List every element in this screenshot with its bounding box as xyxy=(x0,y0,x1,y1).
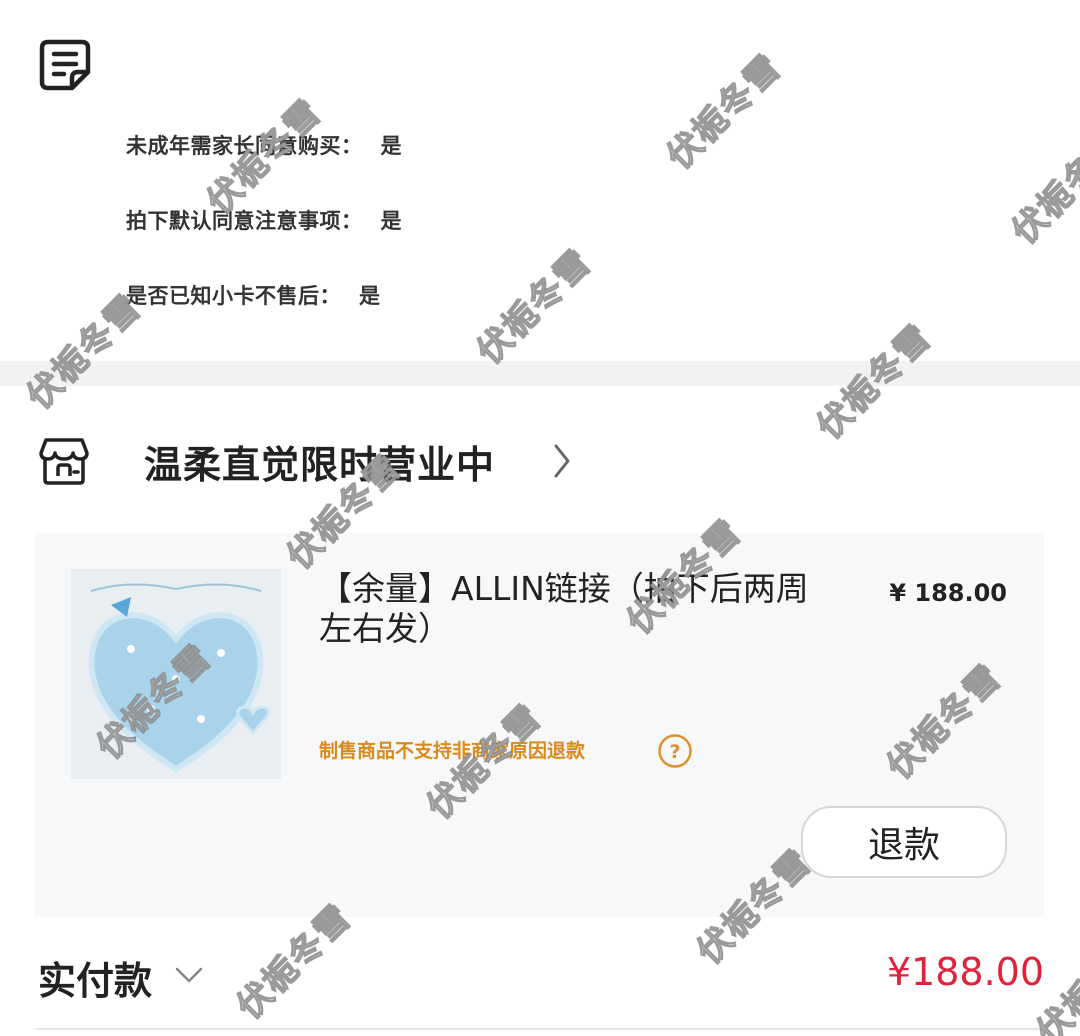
payment-label: 实付款 xyxy=(38,959,153,1003)
attribute-row-agree-notice: 拍下默认同意注意事项： 是 xyxy=(126,205,402,235)
attribute-label: 是否已知小卡不售后： xyxy=(126,284,341,308)
payment-summary-row[interactable]: 实付款 ¥188.00 xyxy=(0,940,1080,1010)
question-icon[interactable]: ? xyxy=(657,733,693,769)
order-item-card[interactable]: 【余量】ALLIN链接（拍下后两周左右发） ¥ 188.00 制售商品不支持非商… xyxy=(35,533,1044,917)
divider xyxy=(35,1028,1044,1030)
chevron-right-icon xyxy=(554,444,570,478)
shop-entry[interactable]: 温柔直觉限时营业中 xyxy=(0,420,1080,500)
product-image xyxy=(71,569,281,779)
attribute-row-card-no-aftersale: 是否已知小卡不售后： 是 xyxy=(126,280,381,310)
attribute-value: 是 xyxy=(380,209,402,233)
shop-name: 温柔直觉限时营业中 xyxy=(144,443,496,487)
svg-text:?: ? xyxy=(669,741,680,763)
order-detail-page: 未成年需家长同意购买： 是 拍下默认同意注意事项： 是 是否已知小卡不售后： 是 温柔… xyxy=(0,0,1080,1036)
attribute-label: 未成年需家长同意购买： xyxy=(126,134,363,158)
store-icon xyxy=(39,438,89,485)
payment-amount: ¥188.00 xyxy=(886,950,1044,994)
watermark: 伏栀冬雪 xyxy=(1004,121,1080,253)
chevron-down-icon[interactable] xyxy=(172,960,206,990)
product-thumbnail[interactable] xyxy=(71,569,281,779)
refund-button[interactable]: 退款 xyxy=(801,806,1007,878)
attribute-value: 是 xyxy=(359,284,381,308)
note-icon xyxy=(39,39,91,91)
watermark: 伏栀冬雪 xyxy=(469,241,600,373)
refund-policy-note: 制售商品不支持非商家原因退款 xyxy=(319,740,586,762)
product-title[interactable]: 【余量】ALLIN链接（拍下后两周左右发） xyxy=(319,569,819,649)
watermark: 伏栀冬雪 xyxy=(659,46,790,178)
attribute-row-minor-consent: 未成年需家长同意购买： 是 xyxy=(126,130,402,160)
section-divider xyxy=(0,361,1080,386)
attribute-value: 是 xyxy=(380,134,402,158)
attribute-label: 拍下默认同意注意事项： xyxy=(126,209,363,233)
product-price: ¥ 188.00 xyxy=(889,579,1007,607)
